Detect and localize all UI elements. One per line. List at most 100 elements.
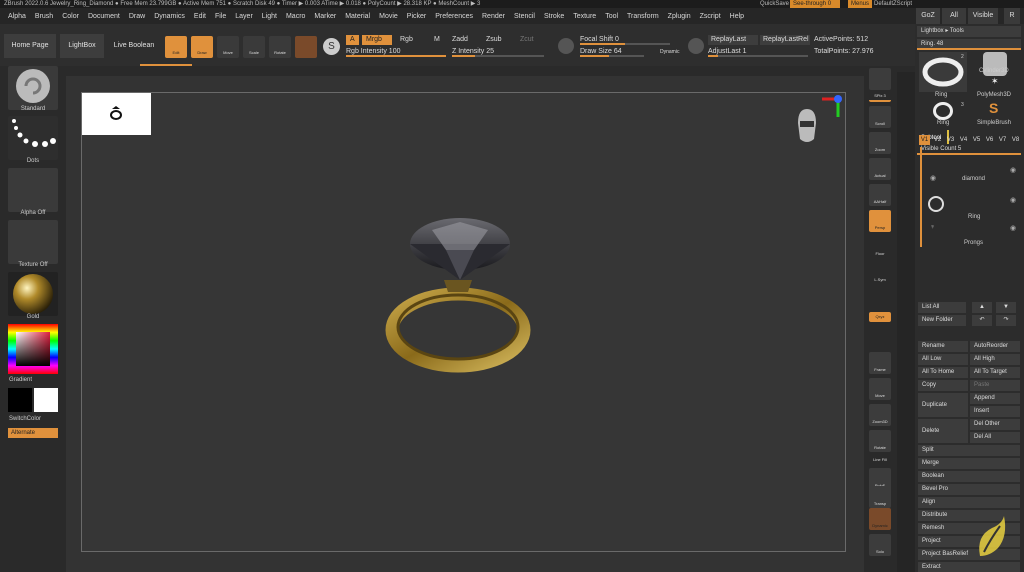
zoom3d-button[interactable]: Zoom3D [869,404,891,426]
all-to-home-button[interactable]: All To Home [918,367,968,378]
arrow-right-icon[interactable]: ↷ [996,315,1016,326]
menu-light[interactable]: Light [262,13,277,20]
aahalf-button[interactable]: AAHalf [869,184,891,206]
ring-small-icon[interactable] [933,102,953,120]
menu-tool[interactable]: Tool [605,13,618,20]
lightbox-button[interactable]: LightBox [60,34,104,58]
focal-shift-slider[interactable]: Focal Shift 0 [580,35,670,45]
alternate-button[interactable]: Alternate [8,428,58,438]
insert-button[interactable]: Insert [970,406,1020,417]
visibility-tab-v2[interactable]: V2 [932,135,943,145]
menu-draw[interactable]: Draw [129,13,145,20]
scroll-button[interactable]: Scroll [869,106,891,128]
menu-zscript[interactable]: Zscript [700,13,721,20]
visible-count-slider[interactable]: Visible Count 5 [917,144,1021,155]
menu-zplugin[interactable]: Zplugin [668,13,691,20]
polymesh-star-icon[interactable]: ✶ [991,76,999,87]
merge-button[interactable]: Merge [918,458,1020,469]
auto-reorder-button[interactable]: AutoReorder [970,341,1020,352]
arrow-left-icon[interactable]: ↶ [972,315,992,326]
zsub-toggle[interactable]: Zsub [486,35,502,45]
viewport-canvas[interactable] [81,92,846,552]
del-all-button[interactable]: Del All [970,432,1020,443]
ring-slider[interactable]: Ring. 48 [917,39,1021,50]
stroke-icon[interactable] [558,38,574,54]
menu-picker[interactable]: Picker [407,13,426,20]
boolean-button[interactable]: Boolean [918,471,1020,482]
ring-tool-thumb[interactable] [919,52,967,92]
spix-slider[interactable]: SPix 3 [869,92,891,102]
menu-edit[interactable]: Edit [194,13,206,20]
z-intensity-slider[interactable]: Z Intensity 25 [452,47,544,57]
rotate-button[interactable]: Rotate [269,36,291,58]
duplicate-button[interactable]: Duplicate [918,393,968,417]
zcut-toggle[interactable]: Zcut [520,35,534,45]
visibility-tab-v5[interactable]: V5 [971,135,982,145]
home-page-button[interactable]: Home Page [4,34,56,58]
texture-picker[interactable] [8,220,58,264]
replay-last-rel-button[interactable]: ReplayLastRel [760,35,810,45]
append-button[interactable]: Append [970,393,1020,404]
persp-button[interactable]: Persp [869,210,891,232]
paste-button[interactable]: Paste [970,380,1020,391]
menu-alpha[interactable]: Alpha [8,13,26,20]
replay-last-button[interactable]: ReplayLast [708,35,758,45]
qxyz-button[interactable]: Qxyz [869,312,891,322]
visibility-tab-v4[interactable]: V4 [958,135,969,145]
extract-button[interactable]: Extract [918,562,1020,572]
brush-picker[interactable] [8,66,58,110]
transp-button[interactable]: Transp [869,486,891,508]
visibility-tab-v1[interactable]: V1 [919,135,930,145]
menu-document[interactable]: Document [88,13,120,20]
goz-button[interactable]: GoZ [916,8,940,24]
lightbox-tools-button[interactable]: Lightbox ▸ Tools [917,26,1021,37]
menu-help[interactable]: Help [730,13,744,20]
visibility-eye-icon[interactable]: ◉ [1010,196,1016,204]
ring-model[interactable] [382,208,542,378]
rename-button[interactable]: Rename [918,341,968,352]
menu-stencil[interactable]: Stencil [514,13,535,20]
dynamic-view-button[interactable]: Dynamic [869,508,891,530]
dynamic-toggle[interactable]: Dynamic [660,47,679,57]
menu-preferences[interactable]: Preferences [435,13,473,20]
new-folder-button[interactable]: New Folder [918,315,966,326]
del-other-button[interactable]: Del Other [970,419,1020,430]
tray-scrollbar[interactable] [897,72,915,572]
visibility-tab-v6[interactable]: V6 [984,135,995,145]
menu-dynamics[interactable]: Dynamics [154,13,185,20]
all-low-button[interactable]: All Low [918,354,968,365]
see-through-slider[interactable]: See-through 0 [790,0,840,8]
visibility-eye-icon[interactable]: ◉ [1010,224,1016,232]
bevel-pro-button[interactable]: Bevel Pro [918,484,1020,495]
all-high-button[interactable]: All High [970,354,1020,365]
simplebrush-icon[interactable]: S [989,100,998,116]
replay-icon[interactable] [688,38,704,54]
visibility-eye-icon[interactable]: ◉ [1010,166,1016,174]
scale-button[interactable]: Scale [243,36,265,58]
sculptris-icon[interactable]: S [323,38,340,55]
stroke-picker[interactable] [8,116,58,160]
primary-color-swatch[interactable] [8,388,32,412]
m-toggle[interactable]: M [434,35,440,45]
bpr-button[interactable] [869,68,891,90]
a-toggle[interactable]: A [346,35,359,45]
delete-button[interactable]: Delete [918,419,968,443]
align-button[interactable]: Align [918,497,1020,508]
menu-stroke[interactable]: Stroke [544,13,564,20]
move-view-button[interactable]: Move [869,378,891,400]
zoom-button[interactable]: Zoom [869,132,891,154]
switch-color-label[interactable]: SwitchColor [0,416,66,422]
visibility-tab-v3[interactable]: V3 [945,135,956,145]
menu-transform[interactable]: Transform [627,13,659,20]
navigator-thumbnail[interactable] [82,93,151,135]
menu-material[interactable]: Material [345,13,370,20]
menu-texture[interactable]: Texture [573,13,596,20]
frame-button[interactable]: Frame [869,352,891,374]
cylinder3d-label[interactable]: Cylinder3D [979,68,1009,74]
draw-size-slider[interactable]: Draw Size 64 [580,47,644,57]
live-boolean-button[interactable]: Live Boolean [108,34,160,58]
material-picker[interactable] [8,272,58,316]
actual-button[interactable]: Actual [869,158,891,180]
subtool-row-prongs[interactable]: ♆ Prongs ◉ [920,224,1020,246]
line-fill-button[interactable]: Line Fill [869,456,891,466]
